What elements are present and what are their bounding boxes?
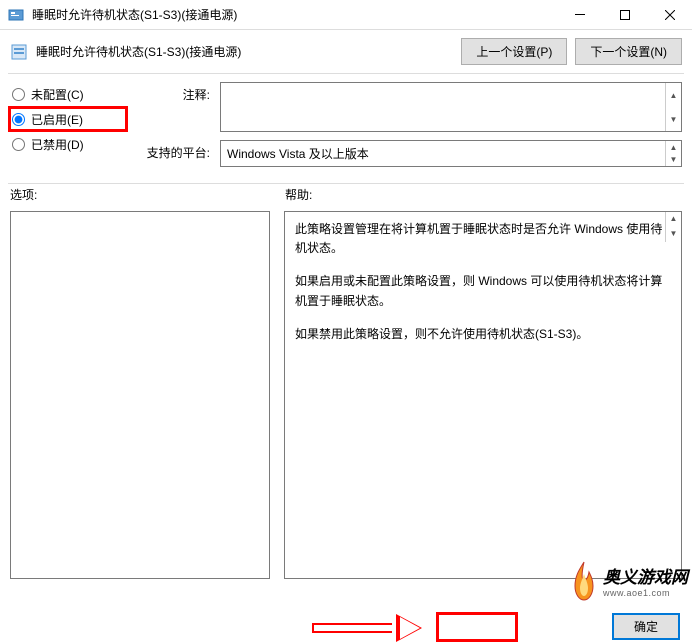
radio-disabled[interactable]: 已禁用(D) bbox=[10, 132, 120, 157]
watermark-url: www.aoe1.com bbox=[603, 588, 688, 598]
radio-disabled-label: 已禁用(D) bbox=[31, 136, 84, 153]
close-button[interactable] bbox=[647, 0, 692, 30]
radio-not-configured-label: 未配置(C) bbox=[31, 86, 84, 103]
help-label: 帮助: bbox=[285, 186, 312, 203]
options-box bbox=[10, 211, 270, 579]
chevron-up-icon[interactable]: ▲ bbox=[665, 141, 681, 154]
window-title: 睡眠时允许待机状态(S1-S3)(接通电源) bbox=[32, 6, 557, 23]
chevron-down-icon[interactable]: ▼ bbox=[665, 107, 681, 131]
main-area: ▲▼ 此策略设置管理在将计算机置于睡眠状态时是否允许 Windows 使用待机状… bbox=[0, 211, 692, 579]
ok-button[interactable]: 确定 bbox=[612, 613, 680, 640]
radio-enabled-input[interactable] bbox=[12, 113, 25, 126]
policy-icon bbox=[10, 43, 28, 61]
radio-not-configured-input[interactable] bbox=[12, 88, 25, 101]
help-p1: 此策略设置管理在将计算机置于睡眠状态时是否允许 Windows 使用待机状态。 bbox=[295, 220, 671, 258]
config-area: 未配置(C) 已启用(E) 已禁用(D) 注释: ▲▼ 支持的平台: Windo… bbox=[0, 74, 692, 183]
radio-enabled-label: 已启用(E) bbox=[31, 111, 83, 128]
next-setting-button[interactable]: 下一个设置(N) bbox=[575, 38, 682, 65]
comment-row: 注释: ▲▼ bbox=[140, 82, 682, 132]
options-label: 选项: bbox=[10, 186, 285, 203]
right-column: 注释: ▲▼ 支持的平台: Windows Vista 及以上版本 ▲▼ bbox=[140, 82, 682, 175]
radio-column: 未配置(C) 已启用(E) 已禁用(D) bbox=[10, 82, 120, 175]
chevron-down-icon[interactable]: ▼ bbox=[665, 227, 681, 242]
footer: 确定 bbox=[0, 608, 692, 644]
help-box: ▲▼ 此策略设置管理在将计算机置于睡眠状态时是否允许 Windows 使用待机状… bbox=[284, 211, 682, 579]
titlebar: 睡眠时允许待机状态(S1-S3)(接通电源) bbox=[0, 0, 692, 30]
prev-setting-button[interactable]: 上一个设置(P) bbox=[461, 38, 567, 65]
platform-row: 支持的平台: Windows Vista 及以上版本 ▲▼ bbox=[140, 140, 682, 167]
help-p3: 如果禁用此策略设置，则不允许使用待机状态(S1-S3)。 bbox=[295, 325, 671, 344]
app-icon bbox=[8, 7, 24, 23]
platform-field: Windows Vista 及以上版本 ▲▼ bbox=[220, 140, 682, 167]
radio-enabled[interactable]: 已启用(E) bbox=[10, 107, 120, 132]
maximize-button[interactable] bbox=[602, 0, 647, 30]
comment-field[interactable]: ▲▼ bbox=[220, 82, 682, 132]
radio-disabled-input[interactable] bbox=[12, 138, 25, 151]
help-spinner[interactable]: ▲▼ bbox=[665, 212, 681, 242]
platform-label: 支持的平台: bbox=[140, 140, 210, 161]
chevron-down-icon[interactable]: ▼ bbox=[665, 154, 681, 167]
section-labels: 选项: 帮助: bbox=[0, 184, 692, 211]
chevron-up-icon[interactable]: ▲ bbox=[665, 83, 681, 107]
chevron-up-icon[interactable]: ▲ bbox=[665, 212, 681, 227]
platform-value: Windows Vista 及以上版本 bbox=[227, 147, 369, 161]
comment-label: 注释: bbox=[140, 82, 210, 103]
header-row: 睡眠时允许待机状态(S1-S3)(接通电源) 上一个设置(P) 下一个设置(N) bbox=[0, 30, 692, 73]
comment-spinner[interactable]: ▲▼ bbox=[665, 83, 681, 131]
platform-spinner[interactable]: ▲▼ bbox=[665, 141, 681, 166]
policy-title: 睡眠时允许待机状态(S1-S3)(接通电源) bbox=[36, 43, 453, 60]
radio-not-configured[interactable]: 未配置(C) bbox=[10, 82, 120, 107]
help-p2: 如果启用或未配置此策略设置，则 Windows 可以使用待机状态将计算机置于睡眠… bbox=[295, 272, 671, 310]
minimize-button[interactable] bbox=[557, 0, 602, 30]
